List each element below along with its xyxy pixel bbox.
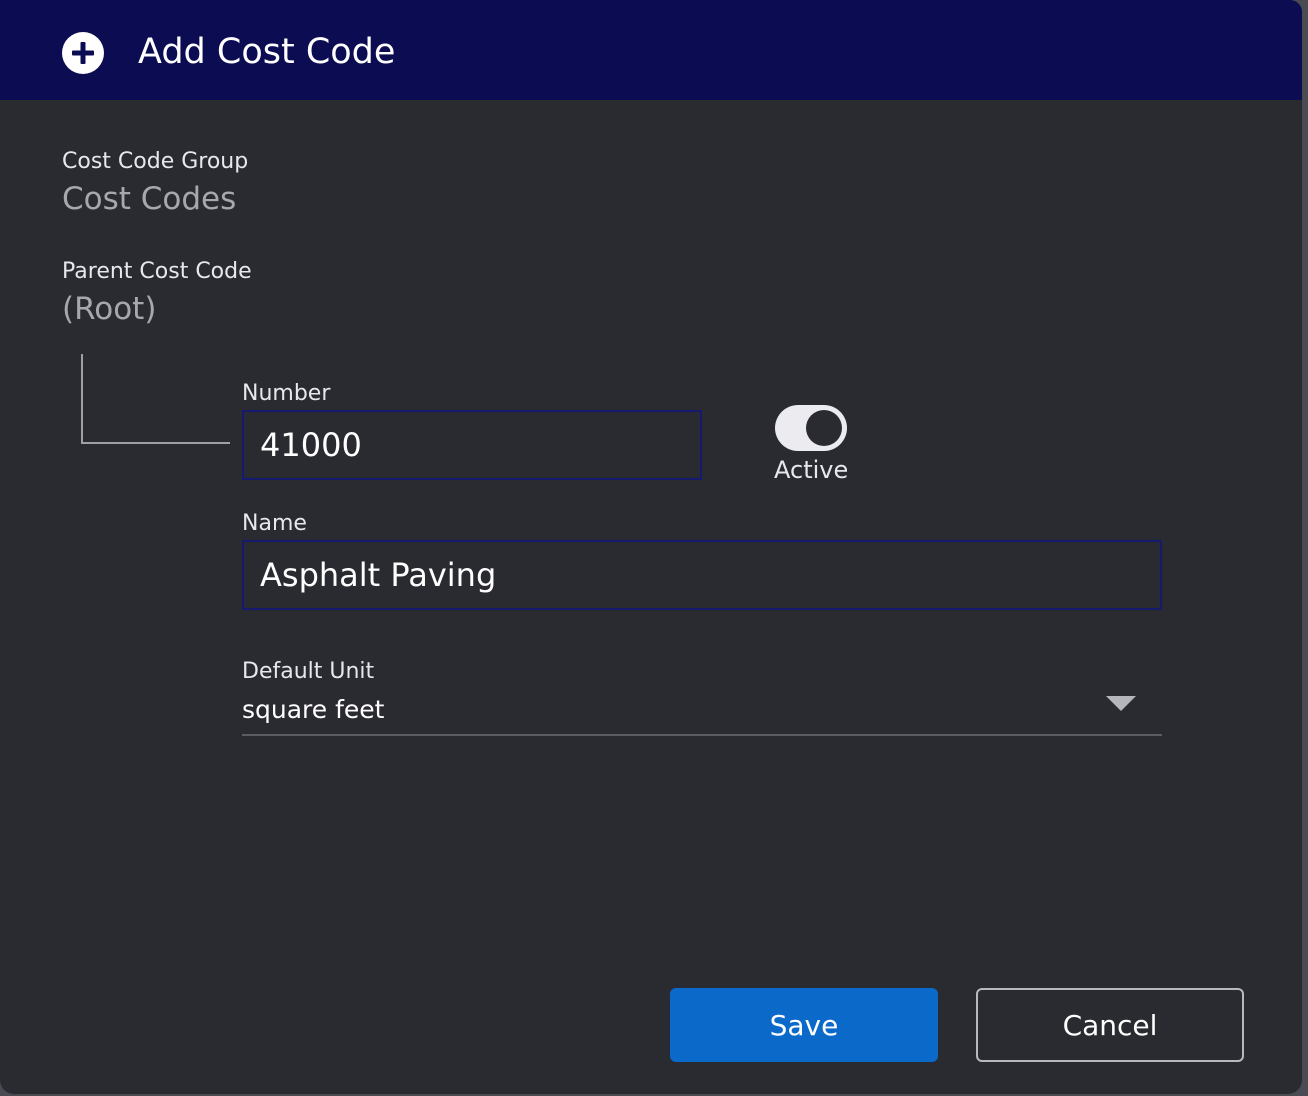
toggle-knob — [806, 410, 842, 446]
active-toggle-label: Active — [774, 456, 849, 484]
save-button[interactable]: Save — [670, 988, 938, 1062]
name-label: Name — [242, 511, 307, 536]
cancel-button[interactable]: Cancel — [976, 988, 1244, 1062]
default-unit-value: square feet — [242, 695, 385, 724]
cost-code-group-value: Cost Codes — [62, 181, 237, 217]
active-toggle[interactable] — [775, 405, 847, 451]
cost-code-group-label: Cost Code Group — [62, 149, 249, 174]
caret-down-icon[interactable] — [1106, 696, 1136, 712]
add-cost-code-dialog: Add Cost Code Cost Code Group Cost Codes… — [0, 0, 1302, 1094]
default-unit-label: Default Unit — [242, 659, 375, 684]
dialog-titlebar: Add Cost Code — [0, 0, 1302, 100]
parent-cost-code-value: (Root) — [62, 291, 157, 327]
default-unit-select[interactable]: square feet — [242, 692, 1162, 736]
name-input[interactable] — [242, 540, 1162, 610]
tree-connector-vertical — [81, 354, 83, 444]
tree-connector-horizontal — [81, 442, 230, 444]
number-label: Number — [242, 381, 331, 406]
parent-cost-code-label: Parent Cost Code — [62, 259, 252, 284]
number-input[interactable] — [242, 410, 702, 480]
plus-circle-icon — [62, 32, 104, 74]
dialog-title: Add Cost Code — [138, 32, 396, 72]
